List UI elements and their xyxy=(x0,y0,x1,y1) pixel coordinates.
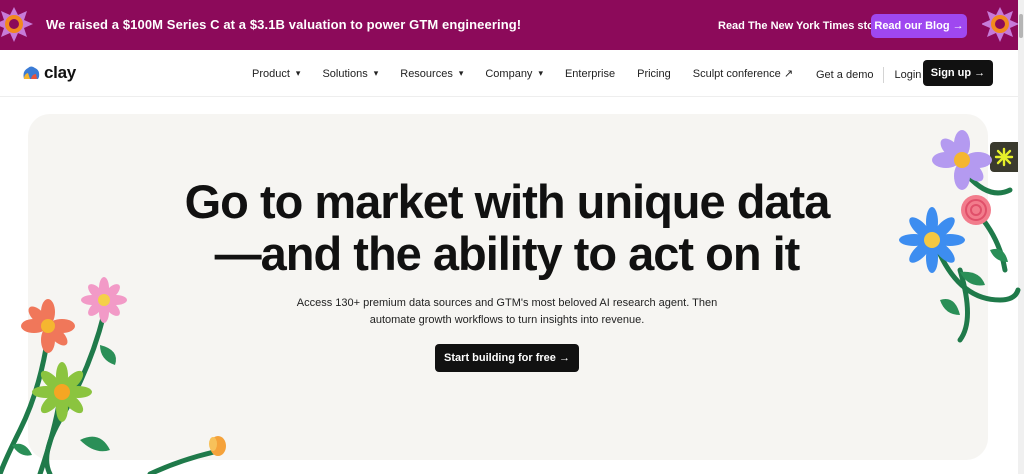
hero-headline: Go to market with unique data —and the a… xyxy=(0,176,1014,280)
read-blog-button[interactable]: Read our Blog → xyxy=(871,14,967,38)
menu-sculpt-conference[interactable]: Sculpt conference ↗ xyxy=(693,67,793,80)
chevron-down-icon: ▾ xyxy=(538,68,543,78)
announcement-banner: We raised a $100M Series C at a $3.1B va… xyxy=(0,0,1018,50)
menu-label: Product xyxy=(252,67,290,80)
menu-label: Sculpt conference ↗ xyxy=(692,68,794,80)
get-demo-link[interactable]: Get a demo xyxy=(816,69,873,81)
chevron-down-icon: ▾ xyxy=(458,68,464,78)
start-building-button[interactable]: Start building for free → xyxy=(435,344,579,372)
menu-label: Resources xyxy=(400,67,453,80)
logo-text: clay xyxy=(44,63,76,82)
sparkle-widget-button[interactable] xyxy=(990,142,1018,172)
menu-enterprise[interactable]: Enterprise xyxy=(565,67,615,80)
subtext-line-2: automate growth workflows to turn insigh… xyxy=(369,314,645,326)
chevron-down-icon: ▾ xyxy=(295,68,301,78)
menu-solutions[interactable]: Solutions ▾ xyxy=(322,67,378,80)
menu-label: Company xyxy=(485,67,533,80)
main-menu: Product ▾ Solutions ▾ Resources ▾ Company ▾ … xyxy=(252,67,815,81)
menu-label: Solutions xyxy=(322,67,368,80)
hero-card xyxy=(28,114,988,460)
flower-badge-icon xyxy=(0,7,33,42)
clay-logo[interactable]: clay xyxy=(22,63,76,83)
clay-logo-icon xyxy=(23,66,40,79)
subtext-line-1: Access 130+ premium data sources and GTM… xyxy=(296,297,718,309)
menu-resources[interactable]: Resources ▾ xyxy=(400,67,463,80)
headline-line-1: Go to market with unique data xyxy=(184,175,831,228)
flower-badge-icon xyxy=(982,7,1018,42)
nyt-story-link[interactable]: Read The New York Times story ↗ xyxy=(718,19,897,32)
login-link[interactable]: Login xyxy=(894,69,921,81)
announcement-text: We raised a $100M Series C at a $3.1B va… xyxy=(46,17,522,32)
sign-up-button[interactable]: Sign up → xyxy=(923,60,993,86)
top-navigation: clay Product ▾ Solutions ▾ Resources ▾ Comp… xyxy=(0,50,1018,97)
account-links: Get a demo Login xyxy=(816,67,921,83)
menu-company[interactable]: Company ▾ xyxy=(485,67,543,80)
headline-line-2: —and the ability to act on it xyxy=(214,227,801,280)
menu-label: Pricing xyxy=(637,67,671,80)
scrollbar-thumb[interactable] xyxy=(1019,14,1023,38)
scrollbar[interactable] xyxy=(1018,0,1024,474)
menu-pricing[interactable]: Pricing xyxy=(637,67,671,80)
sparkle-icon xyxy=(994,147,1014,167)
nav-divider xyxy=(883,67,885,83)
menu-label: Enterprise xyxy=(564,67,616,80)
menu-product[interactable]: Product ▾ xyxy=(252,67,300,80)
chevron-down-icon: ▾ xyxy=(373,68,379,78)
hero-subtext: Access 130+ premium data sources and GTM… xyxy=(0,295,1014,329)
